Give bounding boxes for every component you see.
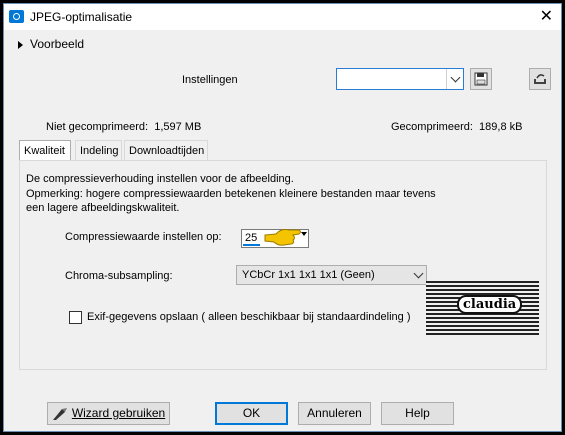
compression-value: 25 [245, 232, 258, 244]
compressed-label: Gecomprimeerd: [391, 121, 473, 133]
chroma-value: YCbCr 1x1 1x1 1x1 (Geen) [242, 269, 375, 281]
tab-format[interactable]: Indeling [75, 140, 122, 160]
load-preset-icon [534, 74, 546, 84]
preview-label: Voorbeeld [30, 37, 85, 51]
ok-button[interactable]: OK [215, 402, 288, 425]
compression-note-line1: Opmerking: hogere compressiewaarden bete… [26, 188, 436, 200]
watermark-logo: claudia [426, 281, 539, 336]
preset-dropdown[interactable] [336, 68, 464, 90]
exif-label: Exif-gegevens opslaan ( alleen beschikba… [87, 311, 411, 323]
uncompressed-size: Niet gecomprimeerd: 1,597 MB [46, 121, 201, 133]
wizard-icon [52, 407, 68, 421]
compression-description: De compressieverhouding instellen voor d… [26, 173, 294, 185]
title-bar: JPEG-optimalisatie ✕ [4, 4, 561, 30]
wizard-label: Wizard gebruiken [71, 406, 166, 420]
save-preset-button[interactable] [470, 68, 492, 90]
chroma-dropdown[interactable]: YCbCr 1x1 1x1 1x1 (Geen) [236, 265, 427, 285]
exif-checkbox[interactable] [69, 311, 82, 324]
app-icon [9, 10, 24, 23]
compressed-value: 189,8 kB [479, 121, 523, 133]
jpeg-optimization-dialog: JPEG-optimalisatie ✕ Voorbeeld Instellin… [3, 3, 562, 432]
help-button[interactable]: Help [381, 402, 454, 425]
compression-progress-bar [243, 244, 260, 246]
uncompressed-label: Niet gecomprimeerd: [46, 121, 149, 133]
compressed-size: Gecomprimeerd: 189,8 kB [391, 121, 522, 133]
compression-note-line2: een lagere afbeeldingskwaliteit. [26, 202, 180, 214]
uncompressed-value: 1,597 MB [154, 121, 202, 133]
tab-quality[interactable]: Kwaliteit [19, 140, 71, 161]
preview-expander[interactable]: Voorbeeld [18, 37, 84, 51]
load-preset-button[interactable] [529, 68, 551, 90]
watermark-text: claudia [457, 295, 523, 314]
close-button[interactable]: ✕ [540, 6, 553, 26]
settings-label: Instellingen [182, 74, 238, 86]
pointing-hand-icon [264, 229, 301, 246]
chroma-label: Chroma-subsampling: [65, 270, 173, 282]
wizard-button[interactable]: Wizard gebruiken [47, 402, 170, 425]
quality-panel: De compressieverhouding instellen voor d… [19, 160, 547, 370]
window-title: JPEG-optimalisatie [30, 10, 133, 24]
cancel-button[interactable]: Annuleren [298, 402, 371, 425]
chevron-down-icon [410, 266, 426, 284]
tab-download-times[interactable]: Downloadtijden [124, 140, 208, 160]
chevron-down-icon [446, 69, 463, 89]
floppy-disk-icon [474, 72, 488, 86]
compression-label: Compressiewaarde instellen op: [65, 231, 222, 243]
expand-triangle-icon [18, 40, 23, 49]
